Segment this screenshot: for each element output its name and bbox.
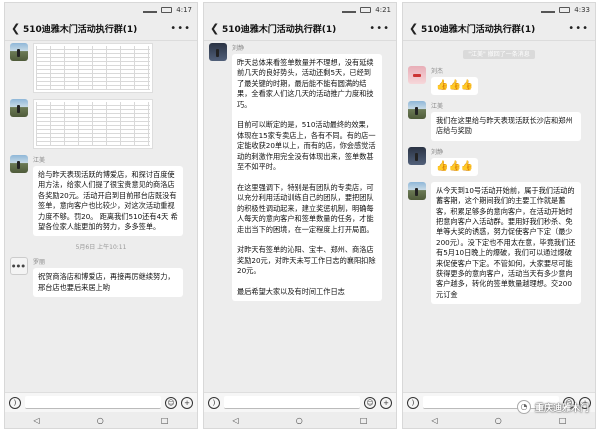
input-bar: ) ☺ + bbox=[5, 392, 197, 412]
system-nav-bar: ◁ ○ □ bbox=[403, 412, 595, 428]
paragraph: 对昨天有签单的沁阳、宝丰、郑州、商洛店奖励20元，对昨天未写工作日志的襄阳扣除2… bbox=[237, 245, 376, 276]
message: 江美 给与昨天表现活跃的博爱店，和探讨百度使用方法，给家人们提了很宝贵意见的商洛… bbox=[10, 155, 192, 237]
avatar[interactable] bbox=[408, 181, 426, 200]
phone-screen-1: 4:17 ❮ 510迪雅木门活动执行群(1) ••• 江美 给与昨天表现活跃的博… bbox=[4, 2, 198, 429]
image-message[interactable] bbox=[33, 43, 153, 93]
signal-icon bbox=[342, 7, 357, 13]
more-icon[interactable]: ••• bbox=[568, 23, 589, 34]
nav-home-icon[interactable]: ○ bbox=[296, 416, 303, 425]
avatar[interactable] bbox=[209, 43, 227, 61]
watermark-text: 重庆迪雅木门 bbox=[534, 403, 589, 414]
paragraph: 最后希望大家以及有时间工作日志 bbox=[237, 286, 345, 296]
voice-icon[interactable]: ) bbox=[208, 396, 220, 409]
system-nav-bar: ◁ ○ □ bbox=[5, 412, 197, 428]
voice-icon[interactable]: ) bbox=[9, 396, 21, 409]
nav-recents-icon[interactable]: □ bbox=[161, 416, 169, 425]
battery-icon bbox=[360, 7, 372, 13]
chat-title: 510迪雅木门活动执行群(1) bbox=[421, 25, 536, 35]
emoji-icon[interactable]: ☺ bbox=[364, 396, 376, 409]
message-bubble[interactable]: 祝贺商洛店和博爱店，再接再厉继续努力，邢台店也要后来居上哟 bbox=[33, 268, 183, 298]
message-bubble[interactable]: 昨天总体来看签单数量并不理想，没有延续前几天的良好势头，活动还剩5天，已经到了最… bbox=[232, 54, 382, 302]
battery-icon bbox=[559, 7, 571, 13]
sender-name: 江美 bbox=[33, 157, 46, 164]
status-time: 4:21 bbox=[375, 6, 391, 14]
message bbox=[10, 99, 192, 149]
voice-icon[interactable]: ) bbox=[407, 396, 419, 409]
paragraph: 目前可以断定的是，510活动最终的效果，体现在15家专卖店上，各有不同。有的店一… bbox=[237, 120, 376, 172]
screenshot-collage: 4:17 ❮ 510迪雅木门活动执行群(1) ••• 江美 给与昨天表现活跃的博… bbox=[0, 0, 600, 431]
nav-home-icon[interactable]: ○ bbox=[495, 416, 502, 425]
sender-name: 刘静 bbox=[232, 45, 245, 52]
status-time: 4:17 bbox=[176, 6, 192, 14]
watermark: ◔ 重庆迪雅木门 bbox=[516, 400, 589, 414]
input-bar: ) ☺ + bbox=[204, 392, 396, 412]
chat-header: ❮ 510迪雅木门活动执行群(1) ••• bbox=[403, 17, 595, 41]
avatar[interactable] bbox=[10, 99, 28, 117]
nav-back-icon[interactable]: ◁ bbox=[233, 416, 239, 425]
nav-back-icon[interactable]: ◁ bbox=[432, 416, 438, 425]
phone-screen-3: 4:33 ❮ 510迪雅木门活动执行群(1) ••• "江美" 撤回了一条消息 … bbox=[402, 2, 596, 429]
message-bubble[interactable]: 我们在这里给与昨天表现活跃长沙店和郑州店给与奖励 bbox=[431, 112, 581, 141]
signal-icon bbox=[541, 7, 556, 13]
emoji-bubble[interactable]: 👍👍👍 bbox=[431, 157, 479, 176]
emoji-icon[interactable]: ☺ bbox=[165, 396, 177, 409]
recall-notice: "江美" 撤回了一条消息 bbox=[463, 50, 535, 59]
chat-messages[interactable]: "江美" 撤回了一条消息 刘杰 👍👍👍 江美 我们在这里给与昨天表现活跃长沙店和… bbox=[403, 41, 595, 392]
sender-name: 刘杰 bbox=[431, 68, 444, 75]
message: 刘静 👍👍👍 bbox=[408, 146, 590, 176]
message-input[interactable] bbox=[25, 396, 161, 409]
avatar[interactable] bbox=[10, 43, 28, 61]
status-bar: 4:33 bbox=[403, 3, 595, 17]
phone-screen-2: 4:21 ❮ 510迪雅木门活动执行群(1) ••• 刘静 昨天总体来看签单数量… bbox=[203, 2, 397, 429]
nav-recents-icon[interactable]: □ bbox=[360, 416, 368, 425]
plus-icon[interactable]: + bbox=[380, 396, 392, 409]
paragraph: 在这里强调下，特别是有团队的专卖店，可以充分利用活动训练自己的团队，要把团队的积… bbox=[237, 182, 374, 234]
sender-name: 刘静 bbox=[431, 148, 444, 156]
message-input[interactable] bbox=[224, 396, 360, 409]
back-arrow-icon[interactable]: ❮ bbox=[210, 22, 222, 35]
system-nav-bar: ◁ ○ □ bbox=[204, 412, 396, 428]
chat-header: ❮ 510迪雅木门活动执行群(1) ••• bbox=[5, 17, 197, 41]
battery-icon bbox=[161, 7, 173, 13]
message: 刘杰 👍👍👍 bbox=[408, 66, 590, 95]
system-notice: "江美" 撤回了一条消息 bbox=[408, 49, 590, 59]
message: 江美 我们在这里给与昨天表现活跃长沙店和郑州店给与奖励 bbox=[408, 101, 590, 141]
avatar[interactable] bbox=[10, 257, 28, 276]
message: 刘静 昨天总体来看签单数量并不理想，没有延续前几天的良好势头，活动还剩5天，已经… bbox=[209, 43, 391, 302]
more-icon[interactable]: ••• bbox=[170, 23, 191, 34]
chat-title: 510迪雅木门活动执行群(1) bbox=[222, 25, 337, 35]
status-time: 4:33 bbox=[574, 6, 590, 14]
avatar[interactable] bbox=[10, 155, 28, 173]
sender-name: 罗丽 bbox=[33, 259, 46, 267]
emoji-bubble[interactable]: 👍👍👍 bbox=[431, 77, 479, 95]
message-bubble[interactable]: 给与昨天表现活跃的博爱店，和探讨百度使用方法，给家人们提了很宝贵意见的商洛店各奖… bbox=[33, 166, 183, 237]
more-icon[interactable]: ••• bbox=[369, 23, 390, 34]
avatar[interactable] bbox=[408, 146, 426, 165]
back-arrow-icon[interactable]: ❮ bbox=[409, 22, 421, 35]
message: 从今天到10号活动开始前，属于我们活动的蓄客期，这个期间我们的主要工作就是蓄客，… bbox=[408, 181, 590, 305]
status-bar: 4:21 bbox=[204, 3, 396, 17]
message-bubble[interactable]: 从今天到10号活动开始前，属于我们活动的蓄客期，这个期间我们的主要工作就是蓄客，… bbox=[431, 181, 581, 305]
image-message[interactable] bbox=[33, 99, 153, 149]
signal-icon bbox=[143, 7, 158, 13]
chat-messages[interactable]: 江美 给与昨天表现活跃的博爱店，和探讨百度使用方法，给家人们提了很宝贵意见的商洛… bbox=[5, 41, 197, 392]
plus-icon[interactable]: + bbox=[181, 396, 193, 409]
paragraph: 昨天总体来看签单数量并不理想，没有延续前几天的良好势头，活动还剩5天，已经到了最… bbox=[237, 58, 374, 109]
back-arrow-icon[interactable]: ❮ bbox=[11, 22, 23, 35]
nav-home-icon[interactable]: ○ bbox=[97, 416, 104, 425]
sender-name: 江美 bbox=[431, 103, 444, 110]
wechat-logo-icon: ◔ bbox=[516, 400, 531, 414]
avatar[interactable] bbox=[408, 66, 426, 84]
chat-title: 510迪雅木门活动执行群(1) bbox=[23, 25, 138, 35]
nav-recents-icon[interactable]: □ bbox=[559, 416, 567, 425]
message: 罗丽 祝贺商洛店和博爱店，再接再厉继续努力，邢台店也要后来居上哟 bbox=[10, 257, 192, 298]
message bbox=[10, 43, 192, 93]
message-timestamp: 5月6日 上午10:11 bbox=[75, 244, 127, 252]
nav-back-icon[interactable]: ◁ bbox=[34, 416, 40, 425]
chat-header: ❮ 510迪雅木门活动执行群(1) ••• bbox=[204, 17, 396, 41]
status-bar: 4:17 bbox=[5, 3, 197, 17]
chat-messages[interactable]: 刘静 昨天总体来看签单数量并不理想，没有延续前几天的良好势头，活动还剩5天，已经… bbox=[204, 41, 396, 392]
avatar[interactable] bbox=[408, 101, 426, 119]
